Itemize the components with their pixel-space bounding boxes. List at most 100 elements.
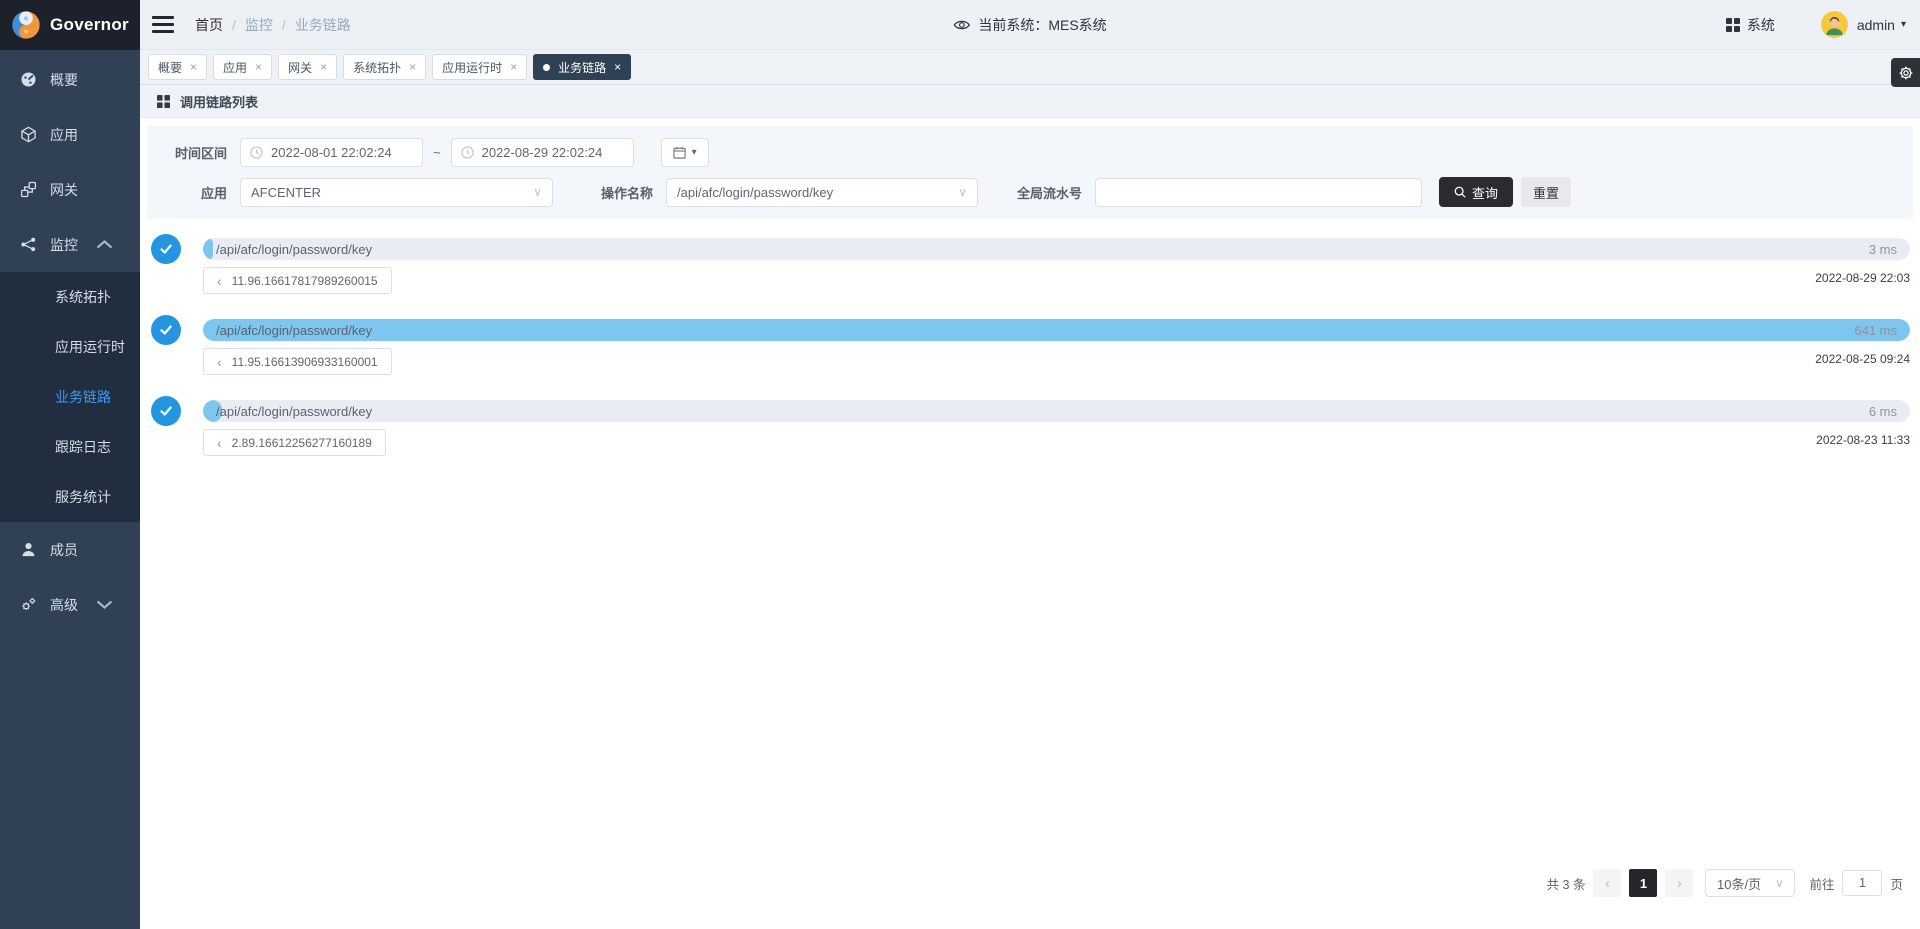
hamburger-menu-icon[interactable] [152, 16, 174, 33]
sidebar-item-gateway[interactable]: 网关 [0, 162, 140, 217]
pagination-total: 共 3 条 [1547, 874, 1586, 893]
app-logo: Governor [0, 0, 140, 50]
search-button[interactable]: 查询 [1439, 177, 1513, 207]
sidebar-item-logs[interactable]: 跟踪日志 [0, 422, 140, 472]
sidebar-item-runtime[interactable]: 应用运行时 [0, 322, 140, 372]
time-range-label: 时间区间 [163, 143, 227, 162]
system-menu-label: 系统 [1747, 15, 1775, 35]
page-size-select[interactable]: 10条/页 ∨ [1705, 869, 1795, 897]
chevron-left-icon: ‹ [1605, 875, 1610, 891]
operation-select[interactable]: /api/afc/login/password/key ∨ [666, 178, 978, 207]
trace-duration: 6 ms [1869, 404, 1897, 419]
trace-no-label: 全局流水号 [1004, 183, 1082, 202]
top-navbar: 首页 / 监控 / 业务链路 当前系统：MES系统 系统 admin ▾ [140, 0, 1920, 50]
close-icon[interactable]: × [614, 61, 621, 73]
trace-item: /api/afc/login/password/key 6 ms ‹ 2.89.… [151, 396, 1910, 456]
user-icon [20, 541, 37, 558]
trace-timestamp: 2022-08-23 11:33 [1816, 433, 1910, 447]
sidebar-item-label: 概要 [50, 70, 78, 90]
current-system-text: 当前系统：MES系统 [978, 15, 1106, 35]
settings-button[interactable] [1891, 58, 1920, 87]
sidebar-item-overview[interactable]: 概要 [0, 52, 140, 107]
monitor-submenu: 系统拓扑 应用运行时 业务链路 跟踪日志 服务统计 [0, 272, 140, 522]
close-icon[interactable]: × [510, 61, 517, 73]
eye-icon [953, 18, 970, 32]
trace-duration-fill [203, 238, 213, 260]
tab-topology[interactable]: 系统拓扑× [343, 54, 426, 80]
start-date-input[interactable]: 2022-08-01 22:02:24 [240, 138, 423, 167]
navbar-right: 系统 admin ▾ [1726, 11, 1906, 38]
pagination-prev-button[interactable]: ‹ [1593, 869, 1621, 897]
pagination-next-button[interactable]: › [1665, 869, 1693, 897]
sidebar: Governor 概要 应用 网关 监控 系统拓扑 应用运行时 业务链路 跟踪日… [0, 0, 140, 929]
page-title: 调用链路列表 [180, 92, 258, 111]
trace-duration-bar[interactable]: /api/afc/login/password/key 641 ms [203, 319, 1910, 341]
sidebar-item-advanced[interactable]: 高级 [0, 577, 140, 632]
filter-panel: 时间区间 2022-08-01 22:02:24 ~ 2022-08-29 22… [147, 126, 1913, 219]
tab-runtime[interactable]: 应用运行时× [432, 54, 527, 80]
close-icon[interactable]: × [255, 61, 262, 73]
sidebar-item-member[interactable]: 成员 [0, 522, 140, 577]
trace-path: /api/afc/login/password/key [216, 323, 372, 338]
active-tab-dot [543, 64, 550, 71]
trace-id-button[interactable]: ‹ 11.96.16617817989260015 [203, 267, 392, 294]
tab-application[interactable]: 应用× [213, 54, 272, 80]
select-caret-icon: ∨ [533, 185, 542, 199]
trace-timestamp: 2022-08-29 22:03 [1815, 271, 1910, 285]
tab-gateway[interactable]: 网关× [278, 54, 337, 80]
user-caret-down-icon[interactable]: ▾ [1901, 19, 1906, 30]
breadcrumb-separator: / [232, 17, 236, 33]
breadcrumb-home[interactable]: 首页 [195, 15, 223, 35]
close-icon[interactable]: × [320, 61, 327, 73]
sidebar-item-label: 应用 [50, 125, 78, 145]
logo-swirl-icon [11, 10, 41, 40]
chevron-left-icon: ‹ [217, 436, 222, 450]
chevron-down-icon [96, 596, 126, 613]
tab-bar: 概要× 应用× 网关× 系统拓扑× 应用运行时× 业务链路× [140, 50, 1920, 85]
sidebar-item-tracing[interactable]: 业务链路 [0, 372, 140, 422]
trace-duration: 3 ms [1869, 242, 1897, 257]
pagination-page-button[interactable]: 1 [1629, 869, 1657, 897]
app-select[interactable]: AFCENTER ∨ [240, 178, 553, 207]
monitor-icon [20, 236, 37, 253]
trace-no-input[interactable] [1095, 178, 1422, 207]
trace-path: /api/afc/login/password/key [216, 242, 372, 257]
select-caret-icon: ∨ [1775, 876, 1784, 890]
reset-button[interactable]: 重置 [1521, 177, 1571, 207]
chevron-left-icon: ‹ [217, 355, 222, 369]
close-icon[interactable]: × [409, 61, 416, 73]
tab-tracing[interactable]: 业务链路× [533, 54, 631, 80]
goto-label: 前往 [1809, 874, 1834, 893]
trace-duration-bar[interactable]: /api/afc/login/password/key 3 ms [203, 238, 1910, 260]
goto-page-input[interactable] [1842, 870, 1882, 896]
range-separator: ~ [433, 145, 441, 160]
current-system-indicator: 当前系统：MES系统 [953, 15, 1106, 35]
filter-row-time: 时间区间 2022-08-01 22:02:24 ~ 2022-08-29 22… [163, 138, 1897, 167]
sidebar-item-topology[interactable]: 系统拓扑 [0, 272, 140, 322]
sidebar-menu: 概要 应用 网关 监控 系统拓扑 应用运行时 业务链路 跟踪日志 服务统计 成员 [0, 50, 140, 929]
page-content: 调用链路列表 时间区间 2022-08-01 22:02:24 ~ 2022-0… [140, 85, 1920, 929]
close-icon[interactable]: × [190, 61, 197, 73]
quick-range-button[interactable]: ▾ [661, 138, 709, 167]
sidebar-item-monitor[interactable]: 监控 [0, 217, 140, 272]
clock-icon [250, 146, 263, 159]
trace-id-button[interactable]: ‹ 11.95.16613906933160001 [203, 348, 392, 375]
pagination: 共 3 条 ‹ 1 › 10条/页 ∨ 前往 页 [1547, 869, 1903, 897]
end-date-input[interactable]: 2022-08-29 22:02:24 [451, 138, 634, 167]
calendar-icon [673, 146, 686, 159]
system-menu[interactable]: 系统 [1726, 15, 1775, 35]
trace-id-button[interactable]: ‹ 2.89.16612256277160189 [203, 429, 386, 456]
breadcrumb-section[interactable]: 监控 [245, 15, 273, 35]
trace-list: /api/afc/login/password/key 3 ms ‹ 11.96… [140, 219, 1920, 456]
search-icon [1454, 186, 1466, 198]
trace-path: /api/afc/login/password/key [216, 404, 372, 419]
sidebar-item-stats[interactable]: 服务统计 [0, 472, 140, 522]
trace-duration-bar[interactable]: /api/afc/login/password/key 6 ms [203, 400, 1910, 422]
username[interactable]: admin [1857, 17, 1895, 33]
tab-overview[interactable]: 概要× [148, 54, 207, 80]
breadcrumb: 首页 / 监控 / 业务链路 [195, 15, 351, 35]
avatar[interactable] [1821, 11, 1848, 38]
sidebar-item-application[interactable]: 应用 [0, 107, 140, 162]
caret-down-icon: ▾ [692, 147, 697, 158]
filter-row-criteria: 应用 AFCENTER ∨ 操作名称 /api/afc/login/passwo… [163, 177, 1897, 207]
